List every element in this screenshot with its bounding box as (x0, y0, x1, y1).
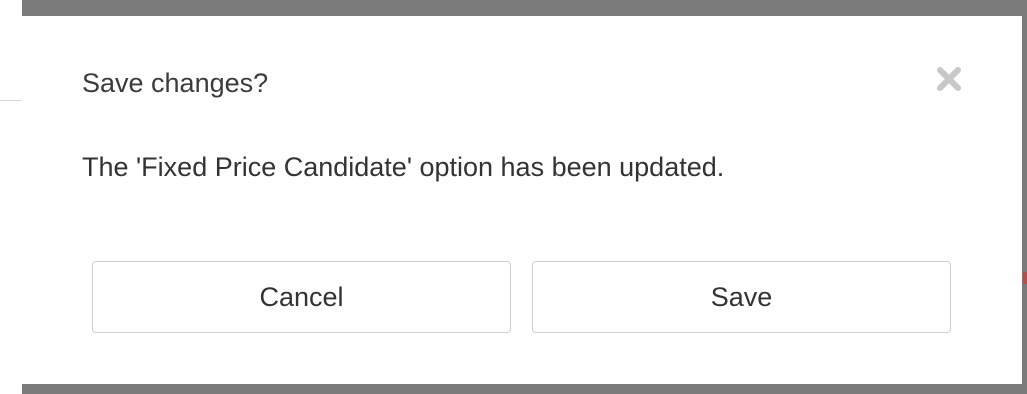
background-page-strip (0, 0, 22, 394)
dialog-message: The 'Fixed Price Candidate' option has b… (82, 152, 725, 182)
save-button[interactable]: Save (532, 261, 951, 333)
background-divider (0, 100, 22, 101)
cancel-button[interactable]: Cancel (92, 261, 511, 333)
save-changes-dialog: Save changes? The 'Fixed Price Candidate… (22, 16, 1022, 384)
dialog-title: Save changes? (82, 68, 269, 98)
background-accent-mark (1023, 272, 1027, 284)
close-button[interactable] (934, 64, 964, 94)
close-icon (937, 67, 961, 91)
